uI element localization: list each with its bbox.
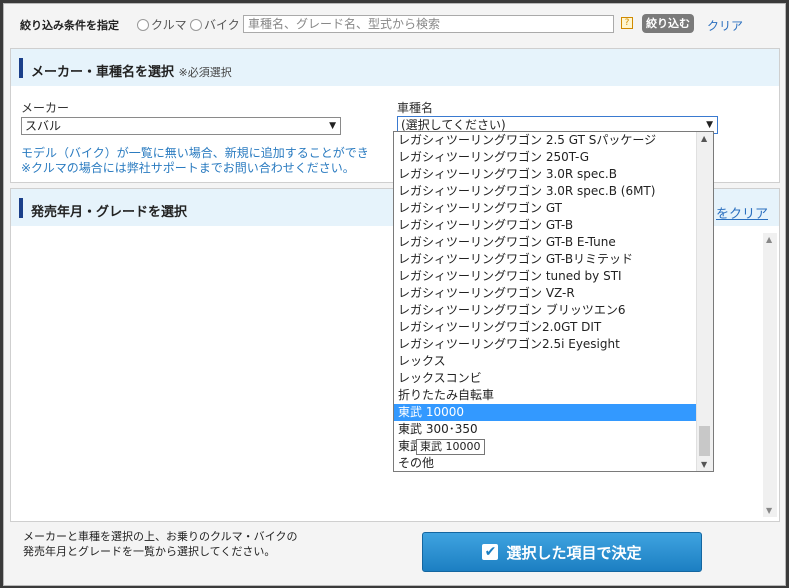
confirm-button-label: 選択した項目で決定 [506, 543, 642, 562]
maker-label: メーカー [21, 101, 70, 115]
dropdown-option[interactable]: レガシィツーリングワゴン 3.0R spec.B [394, 166, 696, 183]
scroll-down-icon[interactable]: ▼ [701, 460, 707, 469]
section-bar [19, 58, 23, 78]
maker-help-line1: モデル（バイク）が一覧に無い場合、新規に追加することができ [21, 146, 369, 160]
dropdown-option[interactable]: レガシィツーリングワゴン tuned by STI [394, 268, 696, 285]
dropdown-scrollbar[interactable]: ▲ ▼ [696, 132, 713, 471]
dropdown-option[interactable]: レガシィツーリングワゴン GT [394, 200, 696, 217]
dropdown-items: レガシィツーリングワゴン 2.5 GT Sパッケージ レガシィツーリングワゴン 2… [394, 132, 713, 471]
search-input[interactable]: 車種名、グレード名、型式から検索 [243, 15, 614, 33]
maker-select[interactable]: スバル ▼ [21, 117, 341, 135]
maker-section-title: メーカー・車種名を選択 ※必須選択 [31, 61, 232, 80]
grade-section-title: 発売年月・グレードを選択 [31, 205, 188, 220]
radio-car[interactable]: クルマ [137, 16, 187, 33]
clear-link[interactable]: クリア [707, 17, 743, 34]
confirm-button[interactable]: ✔ 選択した項目で決定 [422, 532, 702, 572]
dropdown-arrow-icon: ▼ [329, 121, 336, 131]
radio-car-label: クルマ [151, 18, 187, 32]
grade-scrollbar[interactable]: ▲ ▼ [763, 233, 777, 517]
dropdown-option[interactable]: レガシィツーリングワゴン 250T-G [394, 149, 696, 166]
filter-label: 絞り込み条件を指定 [20, 19, 119, 32]
dropdown-option[interactable]: 折りたたみ自転車 [394, 387, 696, 404]
filter-bar: 絞り込み条件を指定 クルマ バイク 車種名、グレード名、型式から検索 ? 絞り込… [4, 4, 785, 44]
section-bar [19, 198, 23, 218]
scroll-thumb[interactable] [699, 426, 710, 456]
radio-circle-icon [137, 18, 149, 31]
maker-help-line2: ※クルマの場合には弊社サポートまでお問い合わせください。 [21, 161, 355, 175]
dropdown-option[interactable]: その他 [394, 455, 696, 471]
dropdown-option[interactable]: レガシィツーリングワゴン 3.0R spec.B (6MT) [394, 183, 696, 200]
dropdown-option[interactable]: レックス [394, 353, 696, 370]
model-label: 車種名 [397, 101, 434, 115]
maker-select-value: スバル [25, 119, 62, 133]
dropdown-option[interactable]: レガシィツーリングワゴン GT-B [394, 217, 696, 234]
dropdown-option[interactable]: レガシィツーリングワゴン2.0GT DIT [394, 319, 696, 336]
maker-help-note: モデル（バイク）が一覧に無い場合、新規に追加することができ ※クルマの場合には弊… [21, 146, 369, 176]
footer-note-line2: 発売年月とグレードを一覧から選択してください。 [23, 545, 276, 558]
scroll-up-icon[interactable]: ▲ [766, 235, 772, 244]
footer-note-line1: メーカーと車種を選択の上、お乗りのクルマ・バイクの [23, 530, 298, 543]
dropdown-option[interactable]: レガシィツーリングワゴン2.5i Eyesight [394, 336, 696, 353]
checkmark-icon: ✔ [482, 544, 499, 560]
item-tooltip: 東武 10000 [416, 439, 485, 455]
maker-section-header: メーカー・車種名を選択 ※必須選択 [11, 49, 779, 86]
dropdown-option[interactable]: レガシィツーリングワゴン GT-Bリミテッド [394, 251, 696, 268]
dropdown-option[interactable]: レガシィツーリングワゴン 2.5 GT Sパッケージ [394, 132, 696, 149]
maker-section-title-text: メーカー・車種名を選択 [31, 65, 175, 80]
radio-bike-label: バイク [204, 18, 240, 32]
radio-circle-icon [190, 18, 202, 31]
required-note: ※必須選択 [178, 66, 232, 79]
scroll-down-icon[interactable]: ▼ [766, 506, 772, 515]
scroll-up-icon[interactable]: ▲ [701, 134, 707, 143]
dropdown-option[interactable]: 東武 300･350 [394, 421, 696, 438]
dropdown-option[interactable]: レガシィツーリングワゴン ブリッツエン6 [394, 302, 696, 319]
footer-note: メーカーと車種を選択の上、お乗りのクルマ・バイクの 発売年月とグレードを一覧から… [23, 529, 297, 559]
model-select-value: (選択してください) [401, 118, 506, 132]
grade-clear-link[interactable]: をクリア [716, 203, 768, 222]
dropdown-option[interactable]: 東武 10000 [394, 404, 696, 421]
help-icon[interactable]: ? [621, 17, 633, 29]
model-dropdown-list[interactable]: レガシィツーリングワゴン 2.5 GT Sパッケージ レガシィツーリングワゴン 2… [393, 131, 714, 472]
dropdown-option[interactable]: レガシィツーリングワゴン VZ-R [394, 285, 696, 302]
dropdown-option[interactable]: レガシィツーリングワゴン GT-B E-Tune [394, 234, 696, 251]
filter-button[interactable]: 絞り込む [642, 14, 694, 33]
dropdown-option[interactable]: レックスコンビ [394, 370, 696, 387]
radio-bike[interactable]: バイク [190, 16, 240, 33]
